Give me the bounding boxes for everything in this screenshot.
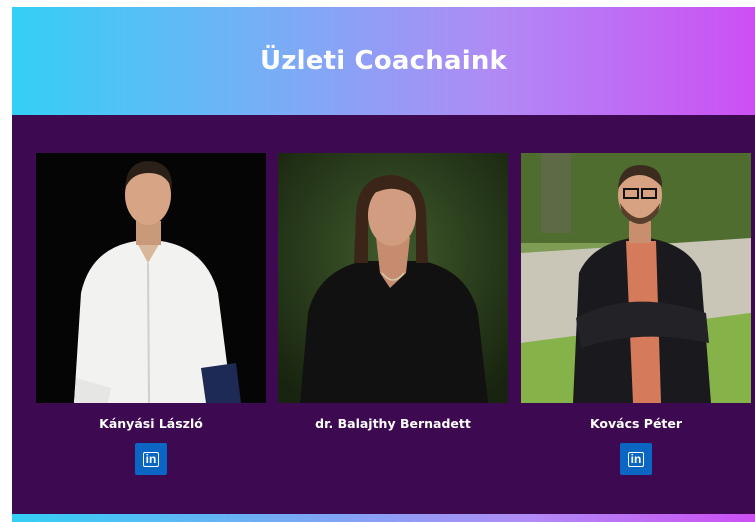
coach-name-3: Kovács Péter — [589, 416, 683, 431]
linkedin-button-3[interactable]: in — [620, 443, 652, 475]
linkedin-button-1[interactable]: in — [135, 443, 167, 475]
coaches-section: Üzleti Coachaink Kányási László in dr. B… — [12, 7, 755, 516]
linkedin-icon: in — [627, 451, 645, 467]
coach-photo-1 — [36, 153, 266, 403]
bottom-accent-bar — [12, 514, 755, 522]
section-title: Üzleti Coachaink — [259, 46, 508, 76]
coach-photo-3 — [521, 153, 751, 403]
section-header: Üzleti Coachaink — [12, 7, 755, 115]
coach-photo-2 — [278, 153, 508, 403]
linkedin-icon: in — [142, 451, 160, 467]
coach-name-2: dr. Balajthy Bernadett — [315, 416, 471, 431]
coach-name-1: Kányási László — [99, 416, 203, 431]
